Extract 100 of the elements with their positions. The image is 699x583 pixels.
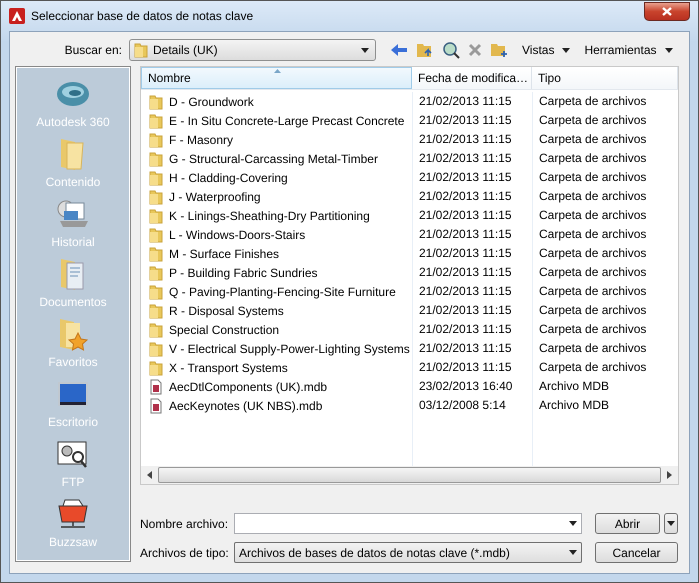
folder-icon	[149, 132, 163, 148]
file-name-field[interactable]	[234, 513, 582, 534]
type-cell: Archivo MDB	[532, 396, 678, 415]
folder-up-icon[interactable]	[416, 42, 434, 58]
date-cell: 21/02/2013 11:15	[412, 301, 532, 320]
folder-icon	[134, 42, 148, 58]
file-name-cell[interactable]: AecDtlComponents (UK).mdb	[141, 378, 412, 394]
back-arrow-icon[interactable]	[390, 43, 408, 57]
caret-icon	[569, 521, 577, 526]
tools-menu[interactable]: Herramientas	[578, 43, 656, 57]
date-cell: 21/02/2013 11:15	[412, 225, 532, 244]
app-logo-icon	[9, 8, 25, 24]
file-name-cell[interactable]: P - Building Fabric Sundries	[141, 264, 412, 280]
file-name-cell[interactable]: Special Construction	[141, 322, 412, 338]
date-cell: 21/02/2013 11:15	[412, 92, 532, 111]
monitor-icon	[57, 381, 89, 407]
type-cell: Carpeta de archivos	[532, 187, 678, 206]
folder-icon	[149, 340, 163, 356]
caret-icon	[667, 521, 675, 526]
type-cell: Carpeta de archivos	[532, 339, 678, 358]
file-name-cell[interactable]: G - Structural-Carcassing Metal-Timber	[141, 150, 412, 166]
folder-icon	[149, 170, 163, 186]
column-header[interactable]: Tipo	[532, 67, 678, 89]
file-name-cell[interactable]: X - Transport Systems	[141, 360, 412, 376]
file-name-cell[interactable]: F - Masonry	[141, 132, 412, 148]
views-menu[interactable]: Vistas	[516, 43, 554, 57]
file-name-cell[interactable]: L - Windows-Doors-Stairs	[141, 226, 412, 242]
type-cell: Carpeta de archivos	[532, 320, 678, 339]
date-cell: 21/02/2013 11:15	[412, 263, 532, 282]
date-cell: 21/02/2013 11:15	[412, 111, 532, 130]
file-name-cell[interactable]: Q - Paving-Planting-Fencing-Site Furniture	[141, 284, 412, 300]
folder-icon	[149, 264, 163, 280]
type-cell: Carpeta de archivos	[532, 263, 678, 282]
type-cell: Carpeta de archivos	[532, 130, 678, 149]
file-name-cell[interactable]: H - Cladding-Covering	[141, 170, 412, 186]
date-cell: 23/02/2013 16:40	[412, 377, 532, 396]
close-icon	[662, 6, 672, 16]
date-cell: 21/02/2013 11:15	[412, 168, 532, 187]
sort-arrow-icon	[274, 69, 281, 73]
type-cell: Carpeta de archivos	[532, 206, 678, 225]
file-name-cell[interactable]: J - Waterproofing	[141, 188, 412, 204]
date-cell: 21/02/2013 11:15	[412, 358, 532, 377]
folder-icon	[149, 94, 163, 110]
date-cell: 21/02/2013 11:15	[412, 244, 532, 263]
folder-icon	[149, 284, 163, 300]
folder-icon	[149, 112, 163, 128]
history-icon	[56, 199, 90, 229]
horizontal-scrollbar[interactable]	[141, 466, 678, 484]
date-cell: 21/02/2013 11:15	[412, 282, 532, 301]
database-file-icon	[149, 398, 163, 414]
file-name-cell[interactable]: M - Surface Finishes	[141, 246, 412, 262]
file-name-cell[interactable]: AecKeynotes (UK NBS).mdb	[141, 398, 412, 414]
folder-icon	[149, 246, 163, 262]
date-cell: 21/02/2013 11:15	[412, 130, 532, 149]
open-button[interactable]: Abrir	[595, 513, 660, 534]
look-in-dropdown[interactable]: Details (UK)	[129, 39, 376, 61]
type-cell: Carpeta de archivos	[532, 225, 678, 244]
folder-icon	[149, 208, 163, 224]
column-header[interactable]: Fecha de modifica…	[412, 67, 532, 89]
close-button[interactable]	[644, 2, 690, 20]
caret-icon	[664, 48, 672, 52]
window-title: Seleccionar base de datos de notas clave	[31, 9, 254, 23]
open-options-button[interactable]	[664, 513, 678, 534]
file-name-cell[interactable]: K - Linings-Sheathing-Dry Partitioning	[141, 208, 412, 224]
column-header[interactable]: Nombre	[141, 67, 412, 89]
date-cell: 03/12/2008 5:14	[412, 396, 532, 415]
date-cell: 21/02/2013 11:15	[412, 339, 532, 358]
type-cell: Carpeta de archivos	[532, 92, 678, 111]
database-file-icon	[149, 378, 163, 394]
scroll-left-icon[interactable]	[147, 471, 152, 479]
type-cell: Carpeta de archivos	[532, 244, 678, 263]
date-cell: 21/02/2013 11:15	[412, 187, 532, 206]
new-folder-icon[interactable]	[490, 42, 508, 58]
file-type-dropdown[interactable]: Archivos de bases de datos de notas clave (*.mdb)	[234, 542, 582, 563]
type-cell: Archivo MDB	[532, 377, 678, 396]
file-name-label: Nombre archivo:	[140, 516, 230, 530]
type-cell: Carpeta de archivos	[532, 301, 678, 320]
file-name-cell[interactable]: D - Groundwork	[141, 94, 412, 110]
file-name-cell[interactable]: R - Disposal Systems	[141, 302, 412, 318]
cancel-button[interactable]: Cancelar	[595, 542, 678, 563]
file-name-cell[interactable]: V - Electrical Supply-Power-Lighting Systems	[141, 340, 412, 356]
date-cell: 21/02/2013 11:15	[412, 149, 532, 168]
scroll-right-icon[interactable]	[667, 471, 672, 479]
folder-icon	[149, 150, 163, 166]
caret-icon	[569, 550, 577, 555]
date-cell: 21/02/2013 11:15	[412, 320, 532, 339]
type-cell: Carpeta de archivos	[532, 358, 678, 377]
scrollbar-thumb[interactable]	[158, 467, 661, 483]
folder-icon	[149, 360, 163, 376]
folder-icon	[149, 188, 163, 204]
swirl-icon	[56, 80, 90, 108]
search-icon[interactable]	[442, 41, 460, 59]
favorites-folder-icon	[58, 317, 88, 351]
folder-icon	[149, 322, 163, 338]
file-name-cell[interactable]: E - In Situ Concrete-Large Precast Concrete	[141, 112, 412, 128]
type-cell: Carpeta de archivos	[532, 282, 678, 301]
date-cell: 21/02/2013 11:15	[412, 206, 532, 225]
folder-icon	[149, 302, 163, 318]
type-cell: Carpeta de archivos	[532, 168, 678, 187]
caret-icon	[361, 48, 369, 52]
